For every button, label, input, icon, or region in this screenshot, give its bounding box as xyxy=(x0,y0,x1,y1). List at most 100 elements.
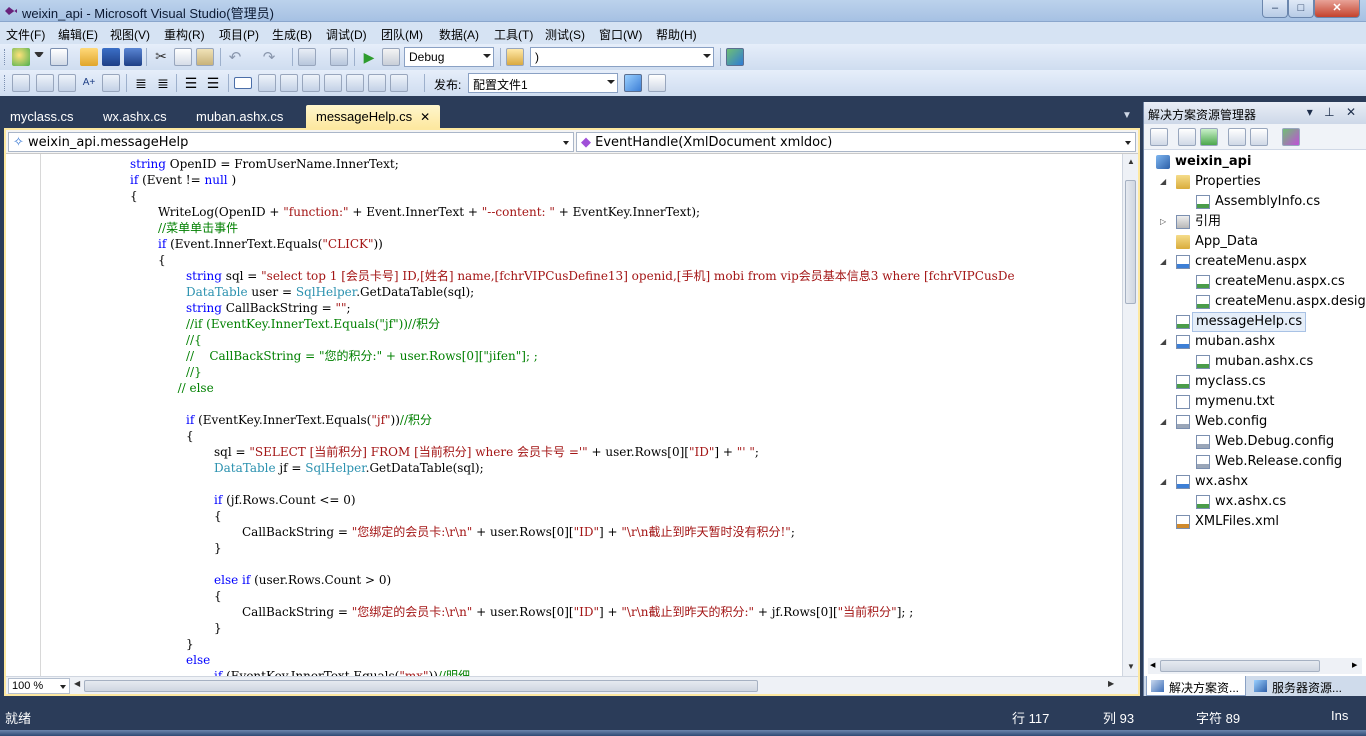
quick-info-icon[interactable]: A+ xyxy=(80,74,98,92)
tree-item[interactable]: createMenu.aspx.cs xyxy=(1144,272,1366,292)
code-line[interactable]: { xyxy=(158,252,166,268)
view-code-icon[interactable] xyxy=(1228,128,1246,146)
scroll-down-icon[interactable]: ▼ xyxy=(1127,662,1135,671)
redo-icon[interactable]: ↷ xyxy=(260,48,278,66)
code-line[interactable]: //{ xyxy=(186,332,202,348)
tree-item[interactable]: mymenu.txt xyxy=(1144,392,1366,412)
code-line[interactable]: CallBackString = "您绑定的会员卡:\r\n" + user.R… xyxy=(242,524,795,540)
next-bookmark-icon[interactable] xyxy=(280,74,298,92)
document-tab[interactable]: wx.ashx.cs xyxy=(93,105,177,128)
save-icon[interactable] xyxy=(102,48,120,66)
add-item-icon[interactable] xyxy=(50,48,68,66)
publish-profile-select[interactable]: 配置文件1 xyxy=(468,73,618,93)
attach-process-icon[interactable] xyxy=(382,48,400,66)
maximize-button[interactable]: □ xyxy=(1288,0,1314,18)
code-line[interactable]: } xyxy=(186,636,194,652)
document-tab[interactable]: muban.ashx.cs xyxy=(186,105,293,128)
menu-item[interactable]: 数据(A) xyxy=(439,26,479,43)
scroll-left-icon[interactable]: ◀ xyxy=(74,679,80,688)
menu-item[interactable]: 视图(V) xyxy=(110,26,150,43)
tree-item[interactable]: wx.ashx.cs xyxy=(1144,492,1366,512)
tree-item[interactable]: Web.Debug.config xyxy=(1144,432,1366,452)
previous-bookmark-icon[interactable] xyxy=(258,74,276,92)
code-line[interactable]: if (EventKey.InnerText.Equals("mx"))//明细 xyxy=(214,668,470,676)
menu-item[interactable]: 帮助(H) xyxy=(656,26,697,43)
save-all-icon[interactable] xyxy=(124,48,142,66)
publish-settings-icon[interactable] xyxy=(648,74,666,92)
menu-item[interactable]: 测试(S) xyxy=(545,26,585,43)
tab-server-explorer[interactable]: 服务器资源... xyxy=(1250,676,1362,696)
code-line[interactable]: { xyxy=(130,188,138,204)
tree-item[interactable]: messageHelp.cs xyxy=(1144,312,1366,332)
code-line[interactable]: DataTable jf = SqlHelper.GetDataTable(sq… xyxy=(214,460,484,476)
publish-web-icon[interactable] xyxy=(624,74,642,92)
code-line[interactable]: if (Event != null ) xyxy=(130,172,236,188)
decrease-indent-icon[interactable]: ≣ xyxy=(132,74,150,92)
vertical-scrollbar[interactable]: ▲ ▼ xyxy=(1122,154,1138,676)
vertical-scroll-thumb[interactable] xyxy=(1125,180,1136,304)
tree-item[interactable]: ◢ Web.config xyxy=(1144,412,1366,432)
code-line[interactable]: } xyxy=(214,540,222,556)
menu-item[interactable]: 生成(B) xyxy=(272,26,312,43)
code-line[interactable]: if (Event.InnerText.Equals("CLICK")) xyxy=(158,236,383,252)
code-line[interactable]: //if (EventKey.InnerText.Equals("jf"))//… xyxy=(186,316,440,332)
code-line[interactable]: CallBackString = "您绑定的会员卡:\r\n" + user.R… xyxy=(242,604,913,620)
tree-item[interactable]: ◢ wx.ashx xyxy=(1144,472,1366,492)
code-line[interactable]: } xyxy=(214,620,222,636)
tree-item[interactable]: ◢ Properties xyxy=(1144,172,1366,192)
find-combo[interactable]: ) xyxy=(530,47,714,67)
code-line[interactable]: WriteLog(OpenID + "function:" + Event.In… xyxy=(158,204,700,220)
next-bookmark-folder-icon[interactable] xyxy=(324,74,342,92)
scroll-right-icon[interactable]: ▶ xyxy=(1352,661,1357,669)
code-line[interactable]: //菜单单击事件 xyxy=(158,220,238,236)
member-list-icon[interactable] xyxy=(36,74,54,92)
collapse-arrow-icon[interactable]: ◢ xyxy=(1160,332,1170,352)
code-line[interactable]: if (EventKey.InnerText.Equals("jf"))//积分 xyxy=(186,412,432,428)
paste-icon[interactable] xyxy=(196,48,214,66)
code-line[interactable]: // else xyxy=(178,380,214,396)
tree-item[interactable]: weixin_api xyxy=(1144,152,1366,172)
increase-indent-icon[interactable]: ≣ xyxy=(154,74,172,92)
toolbar-grip[interactable] xyxy=(4,75,7,91)
navigate-forward-icon[interactable] xyxy=(330,48,348,66)
previous-bookmark-folder-icon[interactable] xyxy=(302,74,320,92)
complete-word-icon[interactable] xyxy=(102,74,120,92)
tree-item[interactable]: ◢ muban.ashx xyxy=(1144,332,1366,352)
document-tab[interactable]: myclass.cs xyxy=(0,105,84,128)
tree-item[interactable]: AssemblyInfo.cs xyxy=(1144,192,1366,212)
scroll-left-icon[interactable]: ◀ xyxy=(1150,661,1155,669)
uncomment-lines-icon[interactable]: ☰ xyxy=(204,74,222,92)
panel-window-controls[interactable]: ▾ ⊥ ✕ xyxy=(1307,105,1360,119)
view-class-diagram-icon[interactable] xyxy=(1282,128,1300,146)
tree-item[interactable]: ◢ createMenu.aspx xyxy=(1144,252,1366,272)
solution-explorer-icon[interactable] xyxy=(726,48,744,66)
find-in-files-icon[interactable] xyxy=(506,48,524,66)
menu-item[interactable]: 文件(F) xyxy=(6,26,45,43)
show-all-files-icon[interactable] xyxy=(1178,128,1196,146)
copy-icon[interactable] xyxy=(174,48,192,66)
solution-horizontal-scrollbar[interactable]: ◀ ▶ xyxy=(1148,658,1362,674)
clear-bookmarks-icon[interactable] xyxy=(390,74,408,92)
collapse-arrow-icon[interactable]: ◢ xyxy=(1160,252,1170,272)
collapse-arrow-icon[interactable]: ◢ xyxy=(1160,412,1170,432)
menu-item[interactable]: 项目(P) xyxy=(219,26,259,43)
menu-item[interactable]: 调试(D) xyxy=(326,26,367,43)
menu-item[interactable]: 重构(R) xyxy=(164,26,205,43)
code-text-area[interactable]: string OpenID = FromUserName.InnerText; i… xyxy=(6,154,1122,676)
zoom-select[interactable]: 100 % xyxy=(8,678,70,694)
menu-item[interactable]: 编辑(E) xyxy=(58,26,98,43)
new-project-icon[interactable] xyxy=(12,48,30,66)
navigate-backward-icon[interactable] xyxy=(298,48,316,66)
chevron-down-icon[interactable] xyxy=(34,52,44,57)
code-line[interactable]: DataTable user = SqlHelper.GetDataTable(… xyxy=(186,284,474,300)
code-line[interactable]: string CallBackString = ""; xyxy=(186,300,351,316)
next-bookmark-document-icon[interactable] xyxy=(368,74,386,92)
menu-item[interactable]: 工具(T) xyxy=(494,26,533,43)
code-line[interactable]: sql = "SELECT [当前积分] FROM [当前积分] where 会… xyxy=(214,444,759,460)
code-line[interactable]: string OpenID = FromUserName.InnerText; xyxy=(130,156,399,172)
tree-item[interactable]: muban.ashx.cs xyxy=(1144,352,1366,372)
open-folder-icon[interactable] xyxy=(80,48,98,66)
tree-item[interactable]: ▷ 引用 xyxy=(1144,212,1366,232)
minimize-button[interactable]: – xyxy=(1262,0,1288,18)
toolbar-grip[interactable] xyxy=(4,49,7,65)
